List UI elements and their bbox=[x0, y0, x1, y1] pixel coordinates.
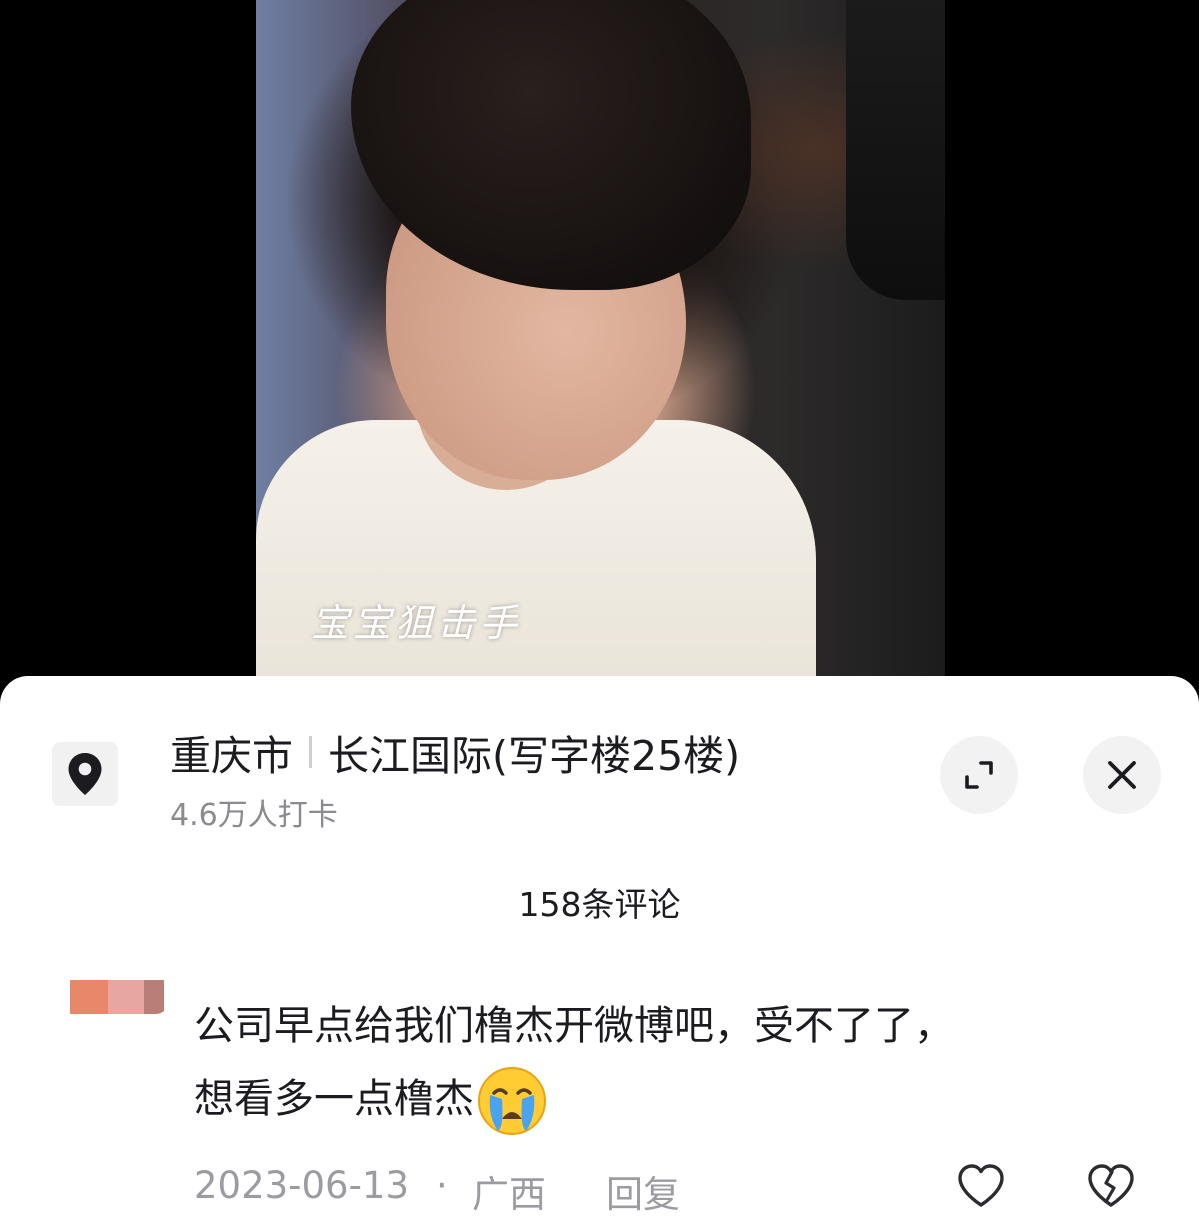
reply-button[interactable]: 回复 bbox=[606, 1164, 680, 1218]
comment-date: 2023-06-13 bbox=[194, 1164, 410, 1207]
location-divider bbox=[309, 736, 312, 768]
crying-face-emoji bbox=[478, 1067, 546, 1135]
video-watermark: 宝宝狙击手 bbox=[311, 601, 522, 645]
heart-icon bbox=[958, 1164, 1004, 1207]
broken-heart-icon bbox=[1088, 1164, 1134, 1207]
comment-region: 广西 bbox=[472, 1173, 546, 1216]
close-button[interactable] bbox=[1083, 736, 1161, 814]
comment-line-2-text: 想看多一点橹杰 bbox=[194, 1076, 474, 1122]
comment-line-1: 公司早点给我们橹杰开微博吧，受不了了， bbox=[194, 1003, 954, 1049]
expand-icon bbox=[965, 761, 993, 789]
comment-body[interactable]: 公司早点给我们橹杰开微博吧，受不了了， 想看多一点橹杰 bbox=[194, 990, 1134, 1137]
comment-count: 158条评论 bbox=[518, 885, 681, 924]
location-icon-box[interactable] bbox=[52, 742, 118, 806]
video-background-figure bbox=[846, 0, 945, 300]
comment-separator: · bbox=[436, 1164, 448, 1207]
video-player[interactable]: 宝宝狙击手 bbox=[256, 0, 945, 700]
location-pin-icon bbox=[68, 753, 102, 795]
location-place: 长江国际(写字楼25楼) bbox=[328, 732, 741, 780]
close-icon bbox=[1108, 761, 1136, 789]
avatar[interactable] bbox=[52, 970, 168, 1014]
location-title[interactable]: 重庆市 长江国际(写字楼25楼) bbox=[170, 722, 740, 782]
comment-line-2: 想看多一点橹杰 bbox=[194, 1063, 1134, 1137]
expand-button[interactable] bbox=[940, 736, 1018, 814]
dislike-button[interactable] bbox=[1085, 1160, 1137, 1212]
location-checkins: 4.6万人打卡 bbox=[170, 798, 338, 833]
location-city: 重庆市 bbox=[170, 732, 293, 780]
like-button[interactable] bbox=[955, 1160, 1007, 1212]
